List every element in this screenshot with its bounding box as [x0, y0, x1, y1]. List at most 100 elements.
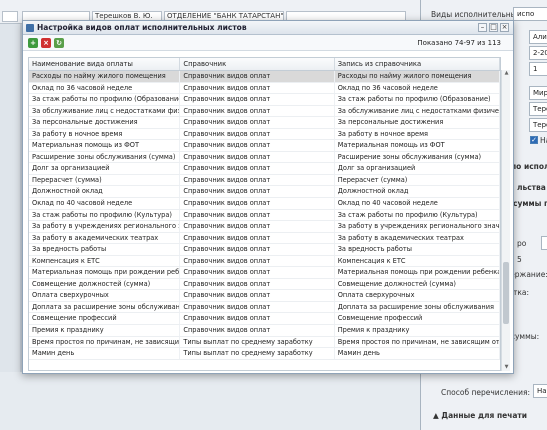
table-row[interactable]: Долг за организацией Справочник видов опл…: [29, 163, 500, 175]
cell-payment-name: Совмещение должностей (сумма): [29, 278, 181, 290]
cell-directory: Справочник видов оплат: [180, 290, 335, 301]
rp-input-5[interactable]: Тере: [529, 102, 547, 116]
table-row[interactable]: Совмещение профессий Справочник видов опл…: [29, 313, 500, 326]
cell-directory: Справочник видов оплат: [180, 140, 335, 151]
rp-input-1[interactable]: Алим: [529, 30, 547, 44]
table-row[interactable]: За работу в учреждениях регионального зн…: [29, 221, 500, 233]
grid-header: Наименование вида оплаты Справочник Запи…: [29, 58, 500, 71]
cell-directory-record: Совмещение профессий: [335, 313, 500, 325]
rp-checkbox[interactable]: ✓: [530, 136, 538, 144]
table-row[interactable]: За персональные достижения Справочник вид…: [29, 117, 500, 129]
cell-payment-name: Премия к празднику: [29, 325, 181, 336]
add-icon[interactable]: +: [28, 38, 38, 48]
dialog-titlebar[interactable]: Настройка видов оплат исполнительных лис…: [23, 21, 513, 35]
column-header-record[interactable]: Запись из справочника: [335, 58, 500, 70]
cell-payment-name: Оклад по 40 часовой неделе: [29, 198, 181, 209]
payment-types-dialog: Настройка видов оплат исполнительных лис…: [22, 20, 514, 374]
cell-directory-record: Совмещение должностей (сумма): [335, 278, 500, 290]
rp-input-4[interactable]: Миро: [529, 86, 547, 100]
table-row[interactable]: За обслуживание лиц с недостатками физи.…: [29, 105, 500, 118]
cell-directory: Справочник видов оплат: [180, 267, 335, 278]
cell-directory: Справочник видов оплат: [180, 301, 335, 313]
cell-directory: Типы выплат по среднему заработку: [180, 348, 335, 359]
rp-input-ro[interactable]: [541, 236, 547, 250]
table-row[interactable]: За стаж работы по профилю (Образование) С…: [29, 94, 500, 106]
cell-directory-record: Время простоя по причинам, не зависящим …: [335, 336, 500, 348]
rp-input-3[interactable]: 1: [529, 62, 547, 76]
table-row[interactable]: Материальная помощь при рождении ребен..…: [29, 267, 500, 279]
rp-input-2[interactable]: 2-208: [529, 46, 547, 60]
table-row[interactable]: Должностной оклад Справочник видов оплат Д…: [29, 186, 500, 199]
rp-input-sposob[interactable]: На: [533, 384, 547, 398]
rp-checkbox-label: На: [540, 136, 547, 145]
cell-payment-name: За работу в ночное время: [29, 128, 181, 140]
cell-payment-name: Оклад по 36 часовой неделе: [29, 82, 181, 94]
rp-label-tva: льства: [517, 183, 546, 192]
cell-directory-record: Компенсация к ЕТС: [335, 255, 500, 267]
table-row[interactable]: Оклад по 36 часовой неделе Справочник вид…: [29, 82, 500, 95]
table-row[interactable]: За работу в ночное время Справочник видов…: [29, 128, 500, 141]
cell-payment-name: За персональные достижения: [29, 117, 181, 128]
cell-directory-record: Мамин день: [335, 348, 500, 359]
cell-directory: Справочник видов оплат: [180, 174, 335, 186]
table-row[interactable]: Перерасчет (сумма) Справочник видов оплат…: [29, 174, 500, 187]
table-row[interactable]: Материальная помощь из ФОТ Справочник вид…: [29, 140, 500, 152]
cell-directory-record: Должностной оклад: [335, 186, 500, 198]
rp-input-6[interactable]: Тере: [529, 118, 547, 132]
dialog-toolbar: + × ↻ Показано 74-97 из 113: [23, 35, 513, 51]
refresh-icon[interactable]: ↻: [54, 38, 64, 48]
table-row[interactable]: Расширение зоны обслуживания (сумма) Спра…: [29, 151, 500, 164]
scroll-up-icon[interactable]: ▲: [503, 70, 510, 77]
cell-directory-record: Перерасчет (сумма): [335, 174, 500, 186]
cell-directory-record: Расходы по найму жилого помещения: [335, 71, 500, 82]
maximize-icon[interactable]: □: [489, 23, 498, 32]
grid-scrollbar[interactable]: ▲ ▼: [501, 70, 510, 371]
scroll-down-icon[interactable]: ▼: [503, 364, 510, 371]
cell-directory: Справочник видов оплат: [180, 94, 335, 105]
table-row[interactable]: Мамин день Типы выплат по среднему зарабо…: [29, 348, 500, 360]
table-row[interactable]: Доплата за расширение зоны обслуживания С…: [29, 301, 500, 314]
cell-payment-name: Совмещение профессий: [29, 313, 181, 325]
cell-directory: Справочник видов оплат: [180, 209, 335, 221]
delete-icon[interactable]: ×: [41, 38, 51, 48]
column-header-name[interactable]: Наименование вида оплаты: [29, 58, 181, 70]
rp-label-sposob: Способ перечисления:: [441, 388, 530, 397]
cell-payment-name: Компенсация к ЕТС: [29, 255, 181, 267]
rp-label-otka: тка:: [513, 288, 530, 297]
cell-directory: Справочник видов оплат: [180, 232, 335, 244]
cell-payment-name: За обслуживание лиц с недостатками физи.…: [29, 105, 181, 117]
cell-directory-record: Оплата сверхурочных: [335, 290, 500, 301]
minimize-icon[interactable]: –: [478, 23, 487, 32]
dialog-title: Настройка видов оплат исполнительных лис…: [37, 23, 247, 32]
cell-payment-name: Мамин день: [29, 348, 181, 359]
table-row[interactable]: Оплата сверхурочных Справочник видов опла…: [29, 290, 500, 302]
cell-directory-record: За вредность работы: [335, 244, 500, 255]
table-row[interactable]: Совмещение должностей (сумма) Справочник …: [29, 278, 500, 291]
cell-directory: Справочник видов оплат: [180, 325, 335, 336]
cell-directory: Справочник видов оплат: [180, 278, 335, 290]
cell-payment-name: Время простоя по причинам, не зависящим …: [29, 336, 181, 348]
cell-directory-record: Оклад по 40 часовой неделе: [335, 198, 500, 209]
cell-payment-name: Долг за организацией: [29, 163, 181, 174]
table-row[interactable]: За вредность работы Справочник видов опла…: [29, 244, 500, 256]
table-row[interactable]: Премия к празднику Справочник видов оплат…: [29, 325, 500, 337]
table-row[interactable]: Время простоя по причинам, не зависящим …: [29, 336, 500, 349]
cell-payment-name: За работу в академических театрах: [29, 232, 181, 244]
cell-directory: Справочник видов оплат: [180, 128, 335, 140]
cell-directory: Справочник видов оплат: [180, 255, 335, 267]
scrollbar-thumb[interactable]: [503, 262, 509, 324]
cell-directory: Справочник видов оплат: [180, 244, 335, 255]
cell-directory-record: Оклад по 36 часовой неделе: [335, 82, 500, 94]
rp-input-type[interactable]: испо: [513, 7, 547, 21]
table-row[interactable]: Оклад по 40 часовой неделе Справочник вид…: [29, 198, 500, 210]
table-row[interactable]: За работу в академических театрах Справоч…: [29, 232, 500, 245]
cell-directory: Типы выплат по среднему заработку: [180, 336, 335, 348]
table-row[interactable]: За стаж работы по профилю (Культура) Спра…: [29, 209, 500, 222]
column-header-directory[interactable]: Справочник: [180, 58, 335, 70]
close-icon[interactable]: ×: [500, 23, 509, 32]
cell-directory-record: За обслуживание лиц с недостатками физич…: [335, 105, 500, 117]
rp-heading: Виды исполнительных: [431, 10, 522, 19]
table-row[interactable]: Расходы по найму жилого помещения Справоч…: [29, 71, 500, 83]
table-row[interactable]: Компенсация к ЕТС Справочник видов оплат К…: [29, 255, 500, 268]
section-print-toggle[interactable]: ▲ Данные для печати: [433, 411, 527, 420]
